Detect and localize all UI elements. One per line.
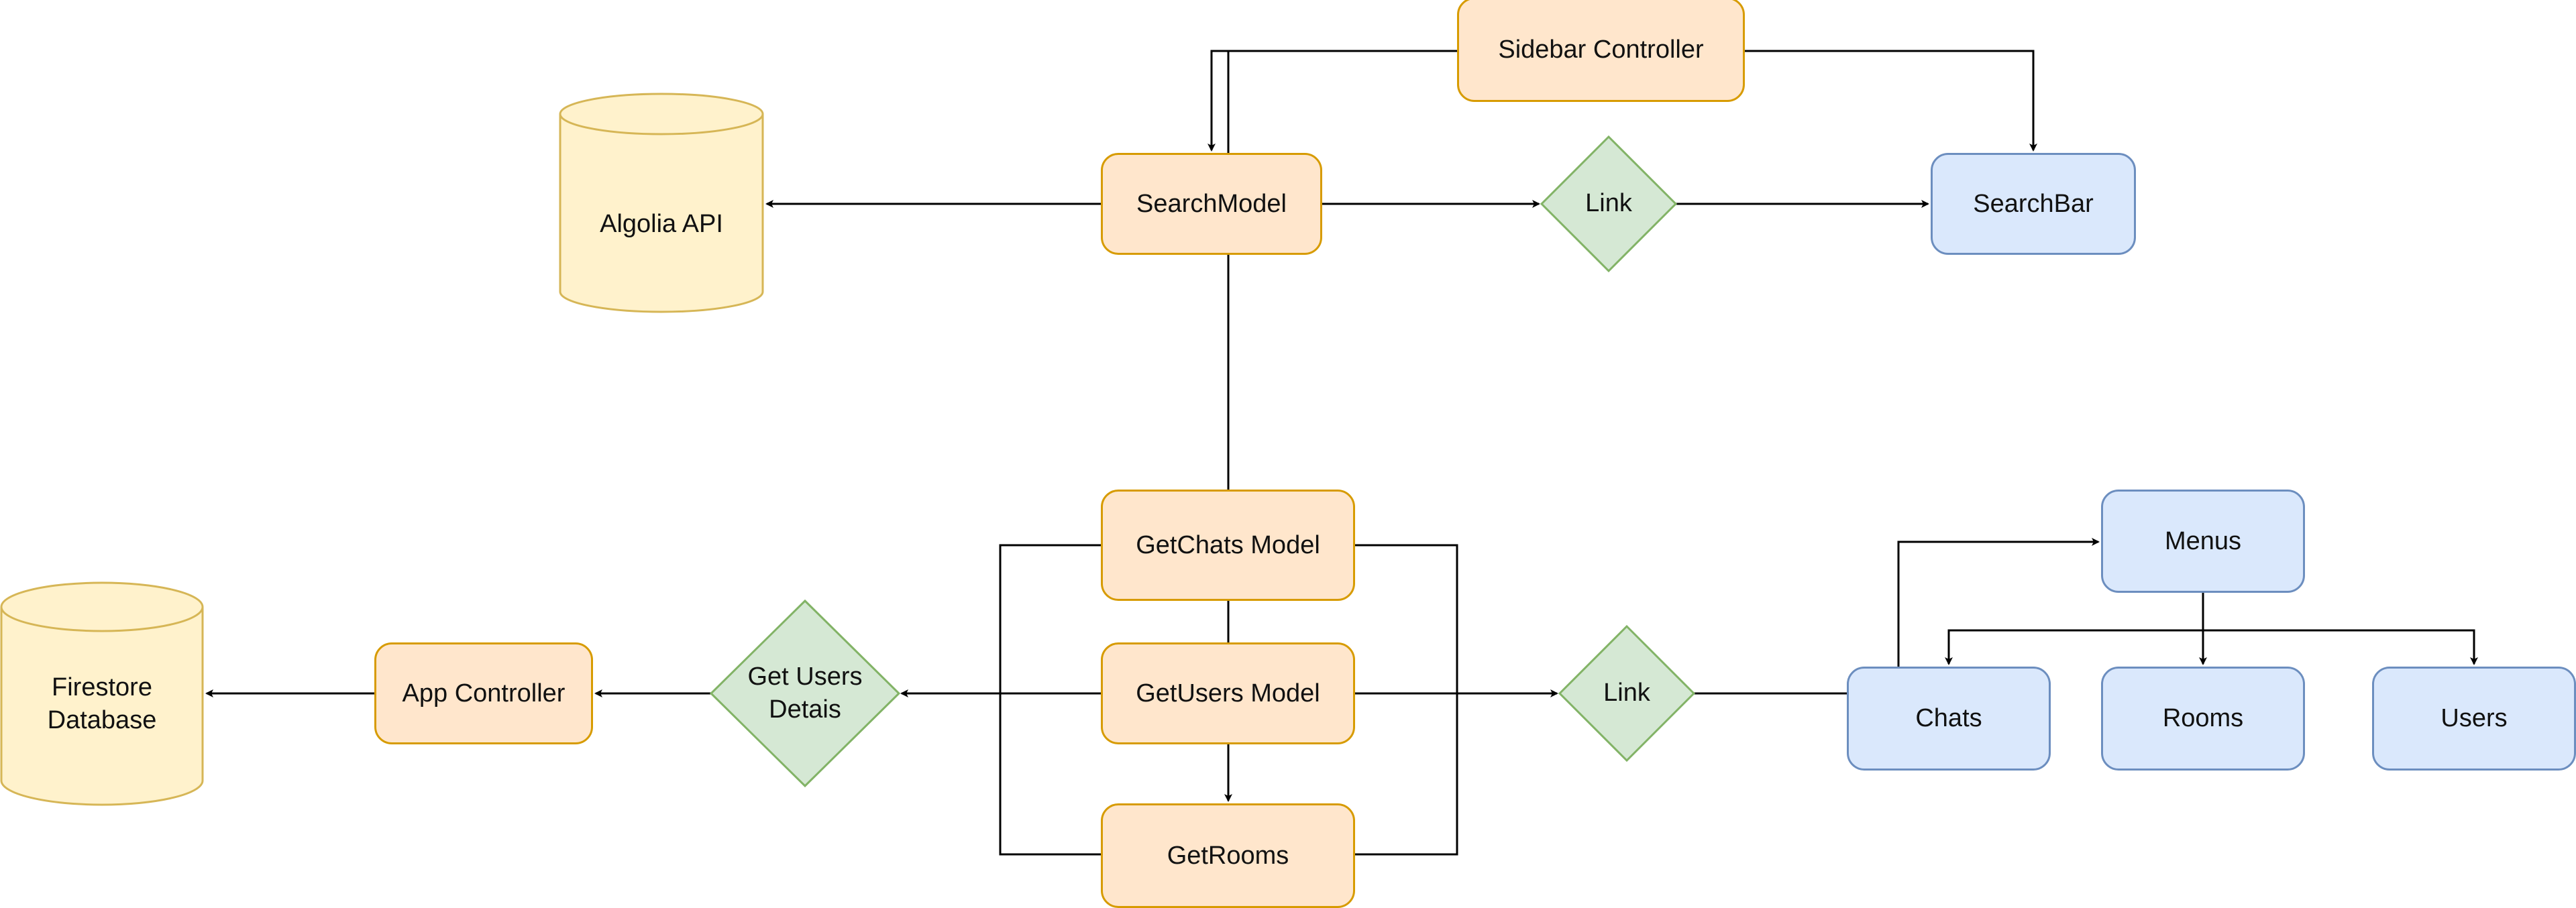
getchats-model-label: GetChats Model [1136,530,1320,559]
algolia-api-label: Algolia API [600,210,723,239]
link-bottom-label: Link [1603,679,1650,707]
edge-menus-to-chats [1945,629,2203,665]
get-users-details-label: Get Users Detais [747,662,863,724]
edge-sidebar-to-searchmodel-secondary [1227,50,1457,153]
getrooms-node[interactable]: GetRooms [1101,803,1355,908]
menus-node[interactable]: Menus [2101,490,2305,593]
search-model-label: SearchModel [1136,189,1287,218]
chats-label: Chats [1915,704,1982,732]
getrooms-label: GetRooms [1167,841,1289,870]
firestore-database-label: Firestore Database [47,673,157,734]
edge-menus-to-users [2203,629,2478,665]
app-controller-node[interactable]: App Controller [374,642,593,744]
link-top-label: Link [1585,189,1632,218]
menus-label: Menus [2164,526,2242,555]
edge-left-bracket [999,544,1101,856]
edge-sidebar-to-searchmodel [1208,50,1457,152]
search-bar-node[interactable]: SearchBar [1931,153,2136,255]
rooms-label: Rooms [2162,704,2244,732]
getusers-model-label: GetUsers Model [1136,679,1320,707]
rooms-node[interactable]: Rooms [2101,667,2305,771]
edge-right-bracket [1355,544,1458,856]
app-controller-label: App Controller [402,679,566,707]
getusers-model-node[interactable]: GetUsers Model [1101,642,1355,744]
connector-layer [0,50,2478,856]
users-label: Users [2440,704,2508,732]
sidebar-controller-node[interactable]: Sidebar Controller [1457,0,1745,102]
users-node[interactable]: Users [2372,667,2576,771]
chats-node[interactable]: Chats [1847,667,2051,771]
getchats-model-node[interactable]: GetChats Model [1101,490,1355,601]
sidebar-controller-label: Sidebar Controller [1498,35,1704,64]
search-model-node[interactable]: SearchModel [1101,153,1322,255]
edge-sidebar-to-searchbar [1745,50,2037,152]
search-bar-label: SearchBar [1973,189,2094,218]
